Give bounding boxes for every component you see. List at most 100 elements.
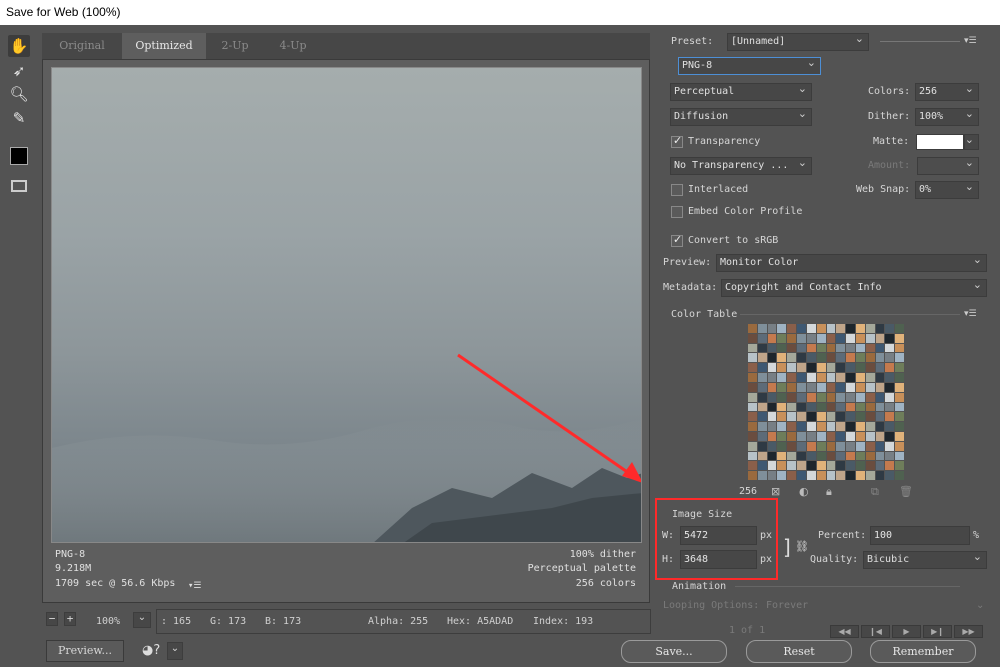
color-swatch[interactable]: [797, 441, 806, 451]
color-swatch[interactable]: [865, 441, 875, 451]
color-swatch[interactable]: [797, 451, 806, 461]
color-swatch[interactable]: [895, 333, 904, 343]
color-swatch[interactable]: [777, 373, 787, 382]
color-swatch[interactable]: [767, 451, 777, 461]
color-swatch[interactable]: [787, 343, 797, 353]
color-swatch[interactable]: [895, 373, 904, 382]
color-swatch[interactable]: [806, 431, 816, 441]
color-swatch[interactable]: [816, 412, 826, 422]
color-swatch[interactable]: [895, 343, 904, 353]
color-swatch[interactable]: [875, 363, 885, 373]
color-swatch[interactable]: [806, 412, 816, 422]
color-swatch[interactable]: [806, 471, 816, 480]
color-swatch[interactable]: [757, 431, 767, 441]
color-swatch[interactable]: [836, 441, 846, 451]
color-swatch[interactable]: [895, 412, 904, 422]
color-swatch[interactable]: [777, 333, 787, 343]
color-swatch[interactable]: [885, 461, 895, 471]
color-swatch[interactable]: [865, 471, 875, 480]
color-swatch[interactable]: [787, 431, 797, 441]
zoom-dropdown-chevron-icon[interactable]: ⌄: [133, 612, 151, 628]
color-swatch[interactable]: [836, 353, 846, 363]
color-swatch[interactable]: [846, 422, 855, 431]
color-swatch[interactable]: [777, 441, 787, 451]
color-swatch[interactable]: [875, 324, 885, 333]
color-swatch[interactable]: [748, 471, 757, 480]
browser-preview-icon[interactable]: ◕?: [142, 643, 160, 658]
color-reduction-dropdown[interactable]: Perceptual: [670, 81, 812, 101]
colors-dropdown[interactable]: 256: [915, 81, 979, 101]
color-swatch[interactable]: [865, 373, 875, 382]
web-shift-icon[interactable]: ◐: [799, 485, 809, 498]
color-swatch[interactable]: [787, 392, 797, 402]
color-swatch[interactable]: [777, 451, 787, 461]
color-swatch[interactable]: [767, 324, 777, 333]
color-swatch[interactable]: [865, 382, 875, 392]
color-swatch[interactable]: [865, 324, 875, 333]
color-swatch[interactable]: [885, 451, 895, 461]
optimized-image-preview[interactable]: [51, 67, 642, 543]
color-swatch[interactable]: [777, 461, 787, 471]
matte-color-swatch[interactable]: [916, 134, 964, 150]
color-swatch[interactable]: [816, 353, 826, 363]
color-swatch[interactable]: [875, 373, 885, 382]
chain-link-icon[interactable]: ⛓︎: [795, 540, 809, 553]
color-swatch[interactable]: [767, 382, 777, 392]
color-swatch[interactable]: [767, 471, 777, 480]
last-frame-icon[interactable]: ▶▶: [954, 625, 983, 638]
color-swatch[interactable]: [855, 382, 865, 392]
color-swatch[interactable]: [826, 471, 836, 480]
color-swatch[interactable]: [855, 324, 865, 333]
color-swatch[interactable]: [836, 333, 846, 343]
color-swatch[interactable]: [895, 402, 904, 412]
color-swatch[interactable]: [895, 324, 904, 333]
color-swatch[interactable]: [895, 363, 904, 373]
convert-srgb-checkbox[interactable]: [671, 233, 683, 247]
color-swatch[interactable]: [875, 343, 885, 353]
interlaced-checkbox[interactable]: [671, 184, 683, 196]
color-swatch[interactable]: [885, 333, 895, 343]
color-swatch[interactable]: [816, 422, 826, 431]
color-swatch[interactable]: [895, 392, 904, 402]
color-swatch[interactable]: [797, 324, 806, 333]
color-swatch[interactable]: [767, 441, 777, 451]
color-swatch[interactable]: [826, 402, 836, 412]
color-swatch[interactable]: [806, 382, 816, 392]
color-swatch[interactable]: [885, 343, 895, 353]
color-swatch[interactable]: [816, 382, 826, 392]
color-swatch[interactable]: [885, 373, 895, 382]
color-swatch[interactable]: [806, 353, 816, 363]
color-swatch[interactable]: [777, 363, 787, 373]
color-swatch[interactable]: [836, 343, 846, 353]
color-swatch[interactable]: [855, 422, 865, 431]
color-swatch[interactable]: [757, 461, 767, 471]
new-color-icon[interactable]: ⧉: [871, 485, 879, 499]
remember-button[interactable]: Remember: [870, 640, 976, 663]
color-swatch[interactable]: [836, 451, 846, 461]
eyedropper-tool-icon[interactable]: ✎: [8, 107, 30, 129]
color-swatch[interactable]: [748, 461, 757, 471]
color-swatch[interactable]: [875, 353, 885, 363]
color-swatch[interactable]: [855, 461, 865, 471]
tab-2-up[interactable]: 2-Up: [206, 33, 264, 59]
color-swatch[interactable]: [826, 451, 836, 461]
color-swatch[interactable]: [797, 373, 806, 382]
color-swatch[interactable]: [757, 441, 767, 451]
color-swatch[interactable]: [865, 343, 875, 353]
color-swatch[interactable]: [865, 431, 875, 441]
color-swatch[interactable]: [836, 402, 846, 412]
lock-color-icon[interactable]: 🔒︎: [826, 485, 832, 499]
color-swatch[interactable]: [757, 363, 767, 373]
color-swatch[interactable]: [787, 441, 797, 451]
color-swatch[interactable]: [748, 412, 757, 422]
color-swatch[interactable]: [885, 324, 895, 333]
color-swatch[interactable]: [806, 373, 816, 382]
color-swatch[interactable]: [875, 382, 885, 392]
tab-original[interactable]: Original: [42, 33, 122, 59]
percent-input[interactable]: 100: [870, 526, 970, 545]
color-swatch[interactable]: [757, 451, 767, 461]
color-swatch[interactable]: [875, 451, 885, 461]
color-swatch[interactable]: [885, 392, 895, 402]
color-swatch[interactable]: [875, 422, 885, 431]
color-swatch[interactable]: [865, 333, 875, 343]
